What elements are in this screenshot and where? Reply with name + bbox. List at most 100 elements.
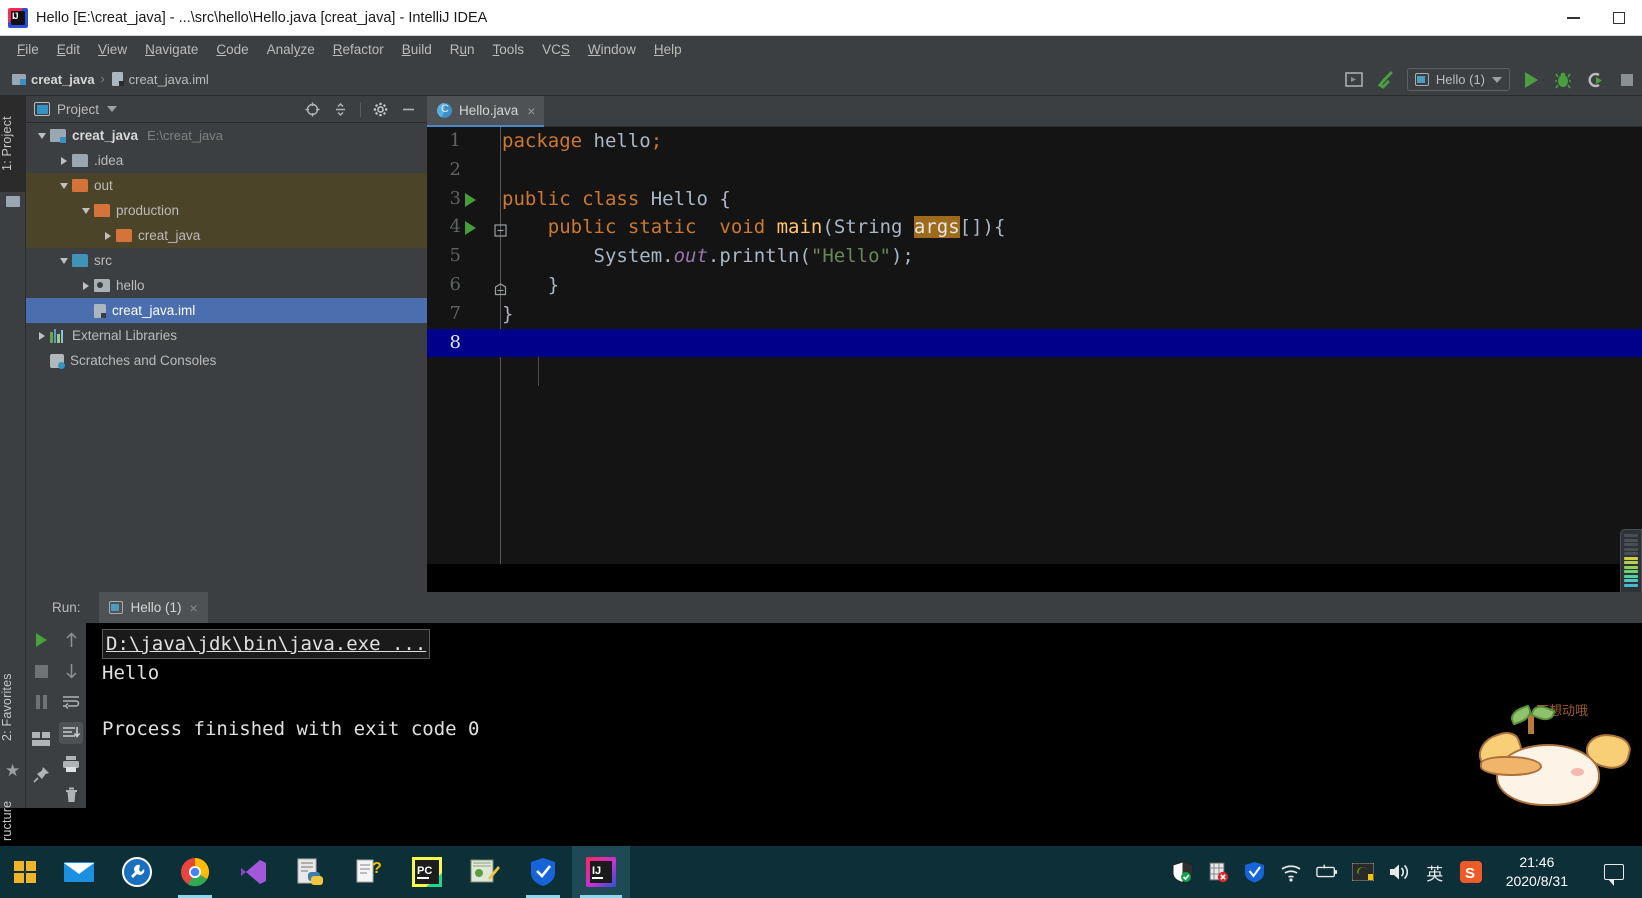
pause-button[interactable] bbox=[29, 691, 53, 713]
tray-nvidia-icon[interactable] bbox=[1351, 861, 1374, 883]
menu-refactor[interactable]: Refactor bbox=[324, 39, 393, 60]
run-gutter-icon[interactable] bbox=[465, 192, 476, 207]
pin-tab-button[interactable] bbox=[29, 763, 53, 785]
rerun-button[interactable] bbox=[29, 629, 53, 651]
notification-center-button[interactable] bbox=[1592, 846, 1636, 898]
twisty-down-icon[interactable] bbox=[34, 132, 50, 139]
tree-item-scratches[interactable]: Scratches and Consoles bbox=[26, 348, 427, 373]
twisty-down-icon[interactable] bbox=[78, 207, 94, 214]
twisty-right-icon[interactable] bbox=[100, 231, 116, 240]
tree-item-external-libraries[interactable]: External Libraries bbox=[26, 323, 427, 348]
taskbar-shield-icon[interactable] bbox=[514, 846, 572, 898]
editor-line-3: 3 public class Hello { bbox=[427, 185, 1642, 214]
down-stacktrace-button[interactable] bbox=[59, 660, 83, 682]
close-icon[interactable]: × bbox=[190, 600, 198, 616]
run-configuration-selector[interactable]: Hello (1) bbox=[1406, 68, 1510, 91]
breadcrumb-item-module[interactable]: creat_java bbox=[31, 72, 95, 87]
tool-tab-project[interactable]: 1: Project bbox=[0, 96, 26, 192]
menu-view[interactable]: View bbox=[89, 39, 136, 60]
debug-button[interactable] bbox=[1552, 69, 1574, 91]
tree-item-production[interactable]: production bbox=[26, 198, 427, 223]
tray-wifi-icon[interactable] bbox=[1280, 861, 1302, 883]
locate-target-icon[interactable] bbox=[304, 101, 321, 118]
more-toolbar-icon[interactable] bbox=[1616, 69, 1638, 91]
tray-antivirus-icon[interactable] bbox=[1208, 861, 1230, 883]
code-editor[interactable]: 1 package hello; 2 3 public class Hello … bbox=[427, 127, 1642, 564]
menu-window[interactable]: Window bbox=[579, 39, 645, 60]
tray-battery-icon[interactable] bbox=[1315, 861, 1338, 883]
taskbar-tool-icon[interactable] bbox=[108, 846, 166, 898]
taskbar-clock[interactable]: 21:46 2020/8/31 bbox=[1496, 853, 1578, 891]
menu-help[interactable]: Help bbox=[645, 39, 691, 60]
tray-defender-icon[interactable] bbox=[1172, 861, 1194, 883]
close-icon[interactable]: × bbox=[527, 103, 535, 119]
settings-gear-icon[interactable] bbox=[372, 101, 389, 118]
tray-volume-icon[interactable] bbox=[1388, 861, 1410, 883]
tree-item-creat_java-iml[interactable]: creat_java.iml bbox=[26, 298, 427, 323]
minimize-button[interactable] bbox=[1550, 0, 1596, 36]
editor-tab-hello-java[interactable]: Hello.java × bbox=[427, 96, 545, 127]
collapse-all-icon[interactable] bbox=[332, 101, 349, 118]
menu-analyze[interactable]: Analyze bbox=[258, 39, 324, 60]
breadcrumb-item-file[interactable]: creat_java.iml bbox=[129, 72, 209, 87]
menu-vcs[interactable]: VCS bbox=[533, 39, 579, 60]
select-run-config-icon[interactable] bbox=[1343, 69, 1365, 91]
tree-item-creat_java[interactable]: creat_java E:\creat_java bbox=[26, 123, 427, 148]
start-button[interactable] bbox=[0, 846, 50, 898]
run-console-output[interactable]: D:\java\jdk\bin\java.exe ... Hello Proce… bbox=[86, 623, 1642, 808]
code-text: } bbox=[502, 302, 514, 325]
navigation-bar: creat_java › creat_java.iml Hello (1) bbox=[0, 63, 1642, 96]
soft-wrap-button[interactable] bbox=[59, 691, 83, 713]
widget-bar bbox=[1624, 543, 1638, 546]
tray-shield-blue-icon[interactable] bbox=[1244, 861, 1266, 883]
tree-item-creat_java-out[interactable]: creat_java bbox=[26, 223, 427, 248]
console-command-line[interactable]: D:\java\jdk\bin\java.exe ... bbox=[102, 629, 431, 659]
taskbar-mail-icon[interactable] bbox=[50, 846, 108, 898]
menu-tools[interactable]: Tools bbox=[484, 39, 534, 60]
twisty-down-icon[interactable] bbox=[56, 257, 72, 264]
windows-logo-icon bbox=[14, 861, 36, 883]
run-gutter-icon[interactable] bbox=[465, 221, 476, 236]
run-with-coverage-button[interactable] bbox=[1584, 69, 1606, 91]
clear-all-button[interactable] bbox=[59, 784, 83, 806]
editor-line-6: 6 } bbox=[427, 271, 1642, 300]
taskbar-notes-icon[interactable]: ? bbox=[340, 846, 398, 898]
twisty-right-icon[interactable] bbox=[34, 331, 50, 340]
menu-build[interactable]: Build bbox=[393, 39, 441, 60]
menu-file[interactable]: File bbox=[8, 39, 48, 60]
favorites-star-icon: ★ bbox=[5, 761, 21, 780]
tree-item-idea[interactable]: .idea bbox=[26, 148, 427, 173]
taskbar-chrome-icon[interactable] bbox=[166, 846, 224, 898]
menu-navigate[interactable]: Navigate bbox=[136, 39, 207, 60]
run-tab-hello[interactable]: Hello (1) × bbox=[98, 592, 208, 623]
tool-tab-favorites[interactable]: 2: Favorites bbox=[0, 656, 26, 758]
tree-item-hello[interactable]: hello bbox=[26, 273, 427, 298]
build-hammer-icon[interactable] bbox=[1375, 69, 1397, 91]
twisty-down-icon[interactable] bbox=[56, 182, 72, 189]
twisty-right-icon[interactable] bbox=[56, 156, 72, 165]
run-button[interactable] bbox=[1520, 69, 1542, 91]
widget-bar bbox=[1624, 552, 1638, 555]
taskbar-vscode-icon[interactable] bbox=[224, 846, 282, 898]
chevron-down-icon[interactable] bbox=[107, 106, 118, 112]
tree-item-src[interactable]: src bbox=[26, 248, 427, 273]
layout-button[interactable] bbox=[29, 728, 53, 750]
tray-sogou-icon[interactable]: S bbox=[1459, 861, 1482, 883]
project-tree[interactable]: creat_java E:\creat_java .idea out produ… bbox=[26, 123, 427, 592]
taskbar-editor-icon[interactable] bbox=[456, 846, 514, 898]
menu-run[interactable]: Run bbox=[441, 39, 484, 60]
print-button[interactable] bbox=[59, 753, 83, 775]
tray-ime-icon[interactable]: 英 bbox=[1424, 861, 1446, 884]
twisty-right-icon[interactable] bbox=[78, 281, 94, 290]
up-stacktrace-button[interactable] bbox=[59, 629, 83, 651]
menu-code[interactable]: Code bbox=[207, 39, 257, 60]
scroll-to-end-button[interactable] bbox=[59, 722, 83, 744]
taskbar-intellij-icon[interactable]: IJ bbox=[572, 846, 630, 898]
taskbar-python-icon[interactable] bbox=[282, 846, 340, 898]
tree-item-out[interactable]: out bbox=[26, 173, 427, 198]
hide-panel-icon[interactable] bbox=[400, 101, 417, 118]
maximize-button[interactable] bbox=[1596, 0, 1642, 36]
taskbar-pycharm-icon[interactable]: PC bbox=[398, 846, 456, 898]
stop-button[interactable] bbox=[29, 660, 53, 682]
menu-edit[interactable]: Edit bbox=[48, 39, 89, 60]
